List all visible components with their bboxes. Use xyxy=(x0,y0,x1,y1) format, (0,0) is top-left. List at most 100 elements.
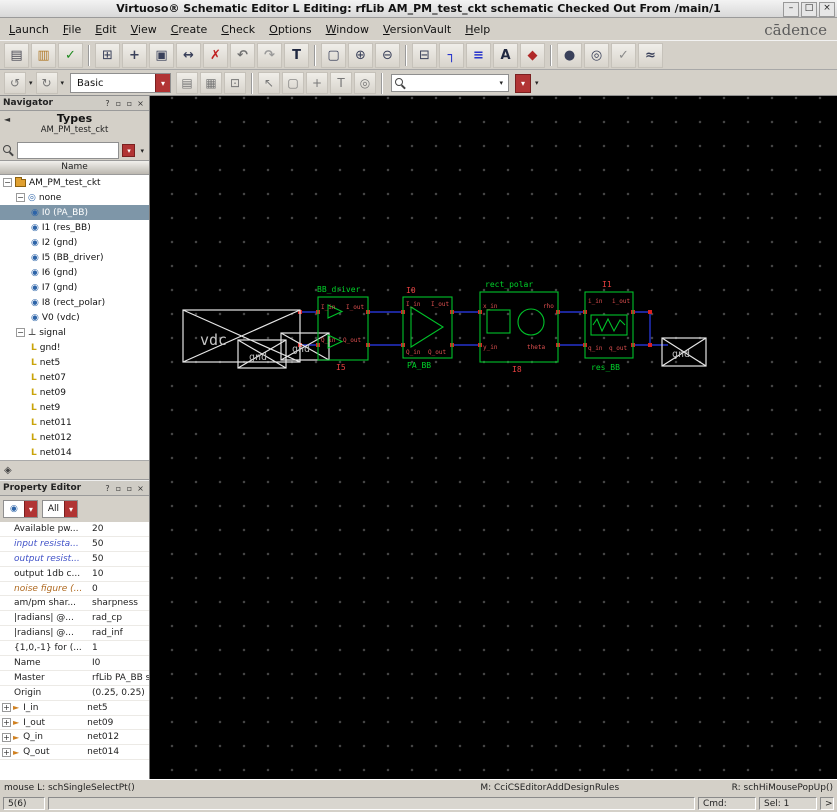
port-net-value[interactable]: net012 xyxy=(87,732,149,742)
property-row[interactable]: |radians| @... rad_cp xyxy=(0,611,149,627)
status-expand-button[interactable]: > xyxy=(820,797,834,810)
property-row[interactable]: Name I0 xyxy=(0,656,149,671)
tree-item-instance[interactable]: ◉ V0 (vdc) xyxy=(0,310,149,325)
instance-icon[interactable]: ⊟ xyxy=(412,42,437,68)
schematic-canvas[interactable]: vdc gnd gnd BB_driver I5 I_in I_out Q_in… xyxy=(150,96,837,779)
port-net-value[interactable]: net09 xyxy=(87,718,149,728)
tree-item-signal[interactable]: L net012 xyxy=(0,430,149,445)
chevron-down-icon[interactable]: ▾ xyxy=(140,147,144,155)
tree-item-instance[interactable]: ◉ I6 (gnd) xyxy=(0,265,149,280)
zoom-out-icon[interactable]: ⊖ xyxy=(375,42,400,68)
tree-item-instance[interactable]: ◉ I1 (res_BB) xyxy=(0,220,149,235)
search-filter-dropdown[interactable]: ▾ xyxy=(122,144,136,157)
collapse-icon[interactable]: − xyxy=(3,178,12,187)
menu-edit[interactable]: Edit xyxy=(88,21,123,38)
dock-panel-icon[interactable]: ▫ xyxy=(124,484,135,493)
property-value[interactable]: (0.25, 0.25) xyxy=(92,688,149,698)
instance-rect-polar[interactable]: rect_polar I8 x_in rho y_in theta xyxy=(479,280,559,374)
collapse-icon[interactable]: − xyxy=(16,193,25,202)
property-value[interactable]: rad_inf xyxy=(92,628,149,638)
save-icon[interactable]: ✓ xyxy=(58,42,83,68)
property-row[interactable]: Available pw... 20 xyxy=(0,522,149,537)
property-value[interactable]: I0 xyxy=(92,658,149,668)
close-panel-icon[interactable]: × xyxy=(135,484,146,493)
tree-item-signal[interactable]: L gnd! xyxy=(0,340,149,355)
port-row[interactable]: + ► I_in net5 xyxy=(0,701,149,716)
port-net-value[interactable]: net5 xyxy=(87,703,149,713)
property-value[interactable]: sharpness xyxy=(92,598,149,608)
expand-icon[interactable]: + xyxy=(2,732,11,742)
delete-icon[interactable]: ✗ xyxy=(203,42,228,68)
tree-item-instance[interactable]: ◉ I7 (gnd) xyxy=(0,280,149,295)
check-icon[interactable]: ✓ xyxy=(611,42,636,68)
wire-icon[interactable]: ┐ xyxy=(439,42,464,68)
property-value[interactable]: 10 xyxy=(92,569,149,579)
print-icon[interactable]: ▤ xyxy=(176,72,199,94)
menu-check[interactable]: Check xyxy=(214,21,262,38)
help-icon[interactable]: ? xyxy=(102,99,113,108)
wire-label-icon[interactable]: A xyxy=(493,42,518,68)
descend-icon[interactable]: ⊞ xyxy=(95,42,120,68)
stretch-icon[interactable]: ↔ xyxy=(176,42,201,68)
tree-item-instance[interactable]: ◉ I8 (rect_polar) xyxy=(0,295,149,310)
instance-bb-driver[interactable]: BB_driver I5 I_in I_out Q_in Q_out xyxy=(317,285,369,372)
tree-item-signal[interactable]: L net011 xyxy=(0,415,149,430)
tree-item-signal[interactable]: L net014 xyxy=(0,445,149,460)
float-panel-icon[interactable]: ▫ xyxy=(113,99,124,108)
object-type-select[interactable]: ◉ ▾ xyxy=(3,500,38,518)
snap-icon[interactable]: ⊡ xyxy=(224,72,247,94)
tree-item-signal[interactable]: L net5 xyxy=(0,355,149,370)
property-value[interactable]: 0 xyxy=(92,584,149,594)
property-row[interactable]: input resista... 50 xyxy=(0,537,149,552)
navigator-footer-icon[interactable]: ◈ xyxy=(4,465,12,476)
options-icon[interactable]: ≈ xyxy=(638,42,663,68)
port-row[interactable]: + ► I_out net09 xyxy=(0,716,149,731)
property-row[interactable]: noise figure (... 0 xyxy=(0,582,149,597)
expand-icon[interactable]: + xyxy=(2,718,11,728)
chevron-down-icon[interactable]: ▾ xyxy=(64,501,78,517)
move-icon[interactable]: + xyxy=(122,42,147,68)
redo-icon[interactable]: ↷ xyxy=(257,42,282,68)
solder-dot-icon[interactable]: ● xyxy=(557,42,582,68)
chevron-down-icon[interactable]: ▾ xyxy=(23,501,37,517)
move-cursor-icon[interactable]: + xyxy=(306,72,329,94)
copy-icon[interactable]: ▣ xyxy=(149,42,174,68)
menu-create[interactable]: Create xyxy=(164,21,215,38)
dock-panel-icon[interactable]: ▫ xyxy=(124,99,135,108)
collapse-icon[interactable]: − xyxy=(16,328,25,337)
property-row[interactable]: {1,0,-1} for (... 1 xyxy=(0,641,149,657)
port-row[interactable]: + ► Q_in net012 xyxy=(0,730,149,746)
next-view-icon[interactable]: ↻ xyxy=(35,72,58,94)
chevron-down-icon[interactable]: ▾ xyxy=(61,79,65,87)
help-icon[interactable]: ? xyxy=(102,484,113,493)
instance-res-bb[interactable]: I1 res_BB i_in i_out q_in q_out xyxy=(584,280,634,372)
previous-view-icon[interactable]: ↺ xyxy=(4,72,26,94)
zoom-fit-icon[interactable]: ▢ xyxy=(321,42,346,68)
menu-help[interactable]: Help xyxy=(458,21,497,38)
probe-icon[interactable]: ◎ xyxy=(584,42,609,68)
area-select-icon[interactable]: ▢ xyxy=(282,72,305,94)
toolbar-search-input[interactable] xyxy=(409,75,495,91)
expand-icon[interactable]: + xyxy=(2,747,11,757)
tree-root[interactable]: − AM_PM_test_ckt xyxy=(0,175,149,190)
wide-wire-icon[interactable]: ≡ xyxy=(466,42,491,68)
instance-gnd-right[interactable]: gnd xyxy=(661,337,707,367)
zoom-in-icon[interactable]: ⊕ xyxy=(348,42,373,68)
port-row[interactable]: + ► Q_out net014 xyxy=(0,745,149,761)
new-cellview-icon[interactable]: ▤ xyxy=(4,42,29,68)
instance-pa-bb[interactable]: I0 PA_BB I_in I_out Q_in Q_out xyxy=(402,286,453,370)
open-icon[interactable]: ▥ xyxy=(31,42,56,68)
pin-icon[interactable]: ◆ xyxy=(520,42,545,68)
menu-launch[interactable]: Launch xyxy=(2,21,56,38)
property-row[interactable]: |radians| @... rad_inf xyxy=(0,626,149,642)
tree-item-instance[interactable]: ◉ I0 (PA_BB) xyxy=(0,205,149,220)
property-value[interactable]: rad_cp xyxy=(92,613,149,623)
tree-item-signal[interactable]: L net09 xyxy=(0,385,149,400)
name-column-header[interactable]: Name xyxy=(0,160,149,175)
expand-icon[interactable]: + xyxy=(2,703,11,713)
menu-versionvault[interactable]: VersionVault xyxy=(376,21,458,38)
tree-group-signal[interactable]: − ⊥ signal xyxy=(0,325,149,340)
probe-cursor-icon[interactable]: ◎ xyxy=(354,72,377,94)
maximize-button[interactable]: □ xyxy=(801,2,817,17)
select-cursor-icon[interactable]: ↖ xyxy=(258,72,281,94)
